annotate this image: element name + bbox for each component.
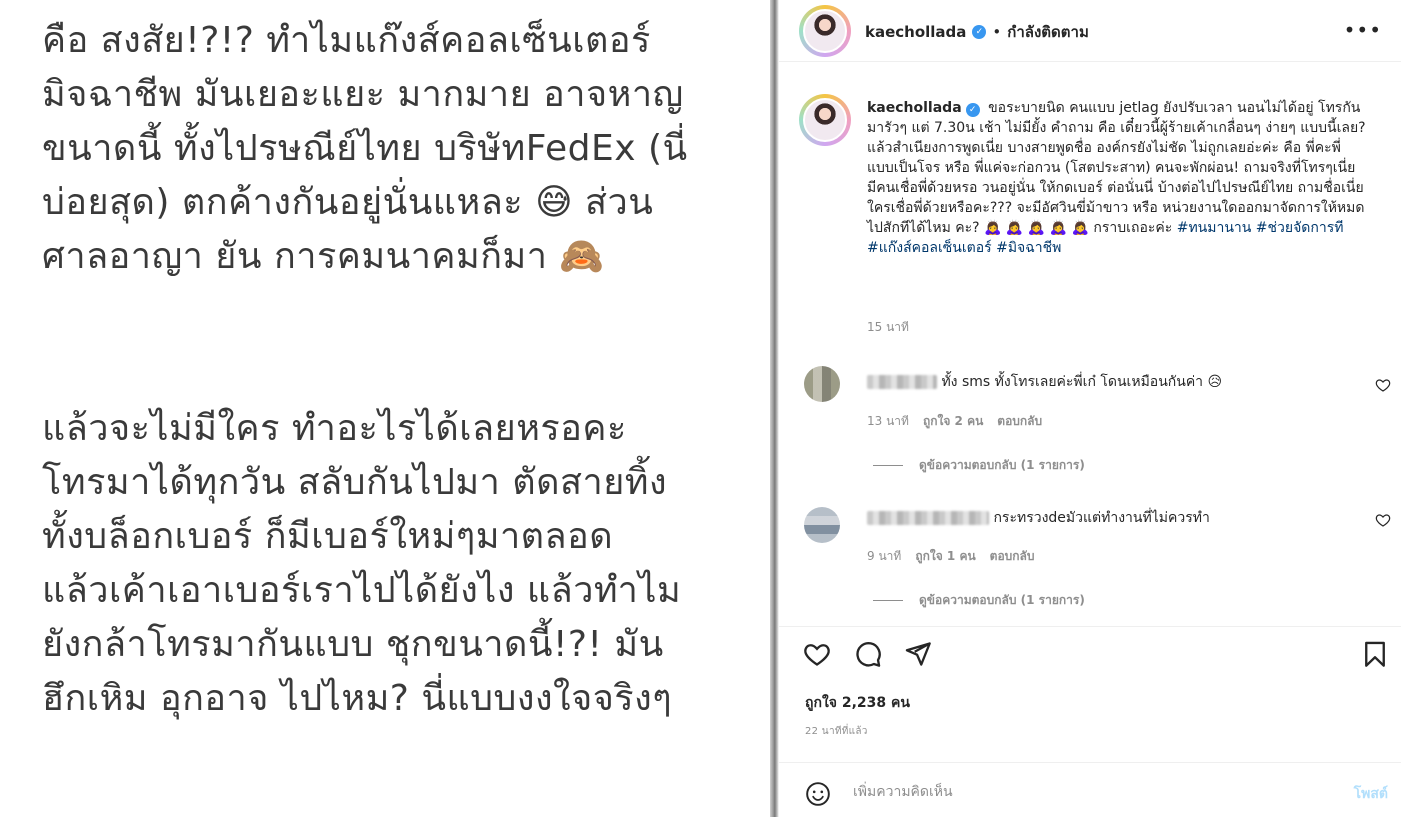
comment-input[interactable] (853, 779, 1313, 805)
post-timestamp: 22 นาทีที่แล้ว (805, 726, 868, 737)
comment-meta: 13 นาที ถูกใจ 2 คน ตอบกลับ (867, 412, 1042, 431)
caption-time: 15 นาที (867, 320, 909, 334)
view-replies-button[interactable]: ดูข้อความตอบกลับ (1 รายการ) (873, 456, 1085, 475)
replies-line (873, 465, 903, 466)
post-details-panel: kaechollada ✓ • กำลังติดตาม ••• kaecholl… (778, 0, 1401, 817)
image-text-paragraph-1: คือ สงสัย!?!? ทำไมแก๊งส์คอลเซ็นเตอร์ มิจ… (42, 20, 688, 277)
comment-time: 13 นาที (867, 414, 909, 428)
likes-count[interactable]: ถูกใจ 2,238 คน (805, 692, 910, 714)
verified-icon: ✓ (965, 103, 980, 117)
blurred-username (867, 375, 937, 389)
hashtag-link[interactable]: #ทนมานาน (1177, 220, 1252, 236)
comment-likes[interactable]: ถูกใจ 2 คน (923, 412, 983, 431)
comment-body: ทั้ง sms ทั้งโทรเลยค่ะพี่เก๋ โดนเหมือนกั… (941, 374, 1223, 390)
comment-text: กระทรวงdeมัวแต่ทำงานที่ไม่ควรทำ (867, 507, 1210, 529)
caption-text: ขอระบายนิด คนแบบ jetlag ยังปรับเวลา นอนไ… (867, 100, 1366, 236)
comment-time: 9 นาที (867, 549, 902, 563)
header-separator: • (992, 23, 1002, 41)
heart-icon[interactable] (803, 640, 831, 668)
hashtag-link[interactable]: #มิจฉาชีพ (996, 240, 1061, 256)
more-icon[interactable]: ••• (1344, 18, 1382, 42)
caption-avatar[interactable] (799, 94, 851, 146)
comment-avatar[interactable] (804, 366, 840, 402)
avatar-image (803, 98, 847, 142)
hashtag-link[interactable]: #ช่วยจัดการที (1256, 220, 1344, 236)
emoji-icon[interactable] (805, 781, 831, 807)
comment-heart-icon[interactable] (1375, 512, 1391, 528)
comment-icon[interactable] (854, 640, 882, 668)
view-replies-button[interactable]: ดูข้อความตอบกลับ (1 รายการ) (873, 591, 1085, 610)
actions-divider (779, 626, 1401, 627)
post-header: kaechollada ✓ • กำลังติดตาม ••• (779, 0, 1401, 62)
verified-icon: ✓ (972, 25, 987, 39)
comment-likes[interactable]: ถูกใจ 1 คน (915, 547, 975, 566)
view-replies-label[interactable]: ดูข้อความตอบกลับ (1 รายการ) (919, 456, 1085, 475)
header-username[interactable]: kaechollada (865, 23, 966, 41)
image-text-paragraph-2: แล้วจะไม่มีใคร ทำอะไรได้เลยหรอคะ โทรมาได… (42, 408, 682, 719)
bookmark-icon[interactable] (1361, 640, 1389, 668)
header-avatar[interactable] (799, 5, 851, 57)
caption-username[interactable]: kaechollada (867, 100, 962, 116)
share-icon[interactable] (904, 640, 932, 668)
add-comment-bar: โพสต์ (779, 762, 1401, 817)
post-caption: kaechollada ✓ ขอระบายนิด คนแบบ jetlag ยัง… (867, 98, 1367, 258)
reply-button[interactable]: ตอบกลับ (990, 547, 1035, 566)
post-image: คือ สงสัย!?!? ทำไมแก๊งส์คอลเซ็นเตอร์ มิจ… (0, 0, 770, 817)
hashtag-link[interactable]: #แก๊งส์คอลเซ็นเตอร์ (867, 240, 992, 256)
avatar-image (803, 9, 847, 53)
following-button[interactable]: กำลังติดตาม (1007, 20, 1089, 44)
comment-heart-icon[interactable] (1375, 377, 1391, 393)
panel-divider (770, 0, 778, 817)
blurred-username (867, 511, 989, 525)
comment-body: กระทรวงdeมัวแต่ทำงานที่ไม่ควรทำ (993, 510, 1210, 526)
header-user: kaechollada ✓ • กำลังติดตาม (865, 20, 1089, 44)
comment-meta: 9 นาที ถูกใจ 1 คน ตอบกลับ (867, 547, 1035, 566)
post-comment-button[interactable]: โพสต์ (1354, 783, 1388, 805)
view-replies-label[interactable]: ดูข้อความตอบกลับ (1 รายการ) (919, 591, 1085, 610)
reply-button[interactable]: ตอบกลับ (997, 412, 1042, 431)
comment-text: ทั้ง sms ทั้งโทรเลยค่ะพี่เก๋ โดนเหมือนกั… (867, 371, 1222, 393)
replies-line (873, 600, 903, 601)
comment-avatar[interactable] (804, 507, 840, 543)
